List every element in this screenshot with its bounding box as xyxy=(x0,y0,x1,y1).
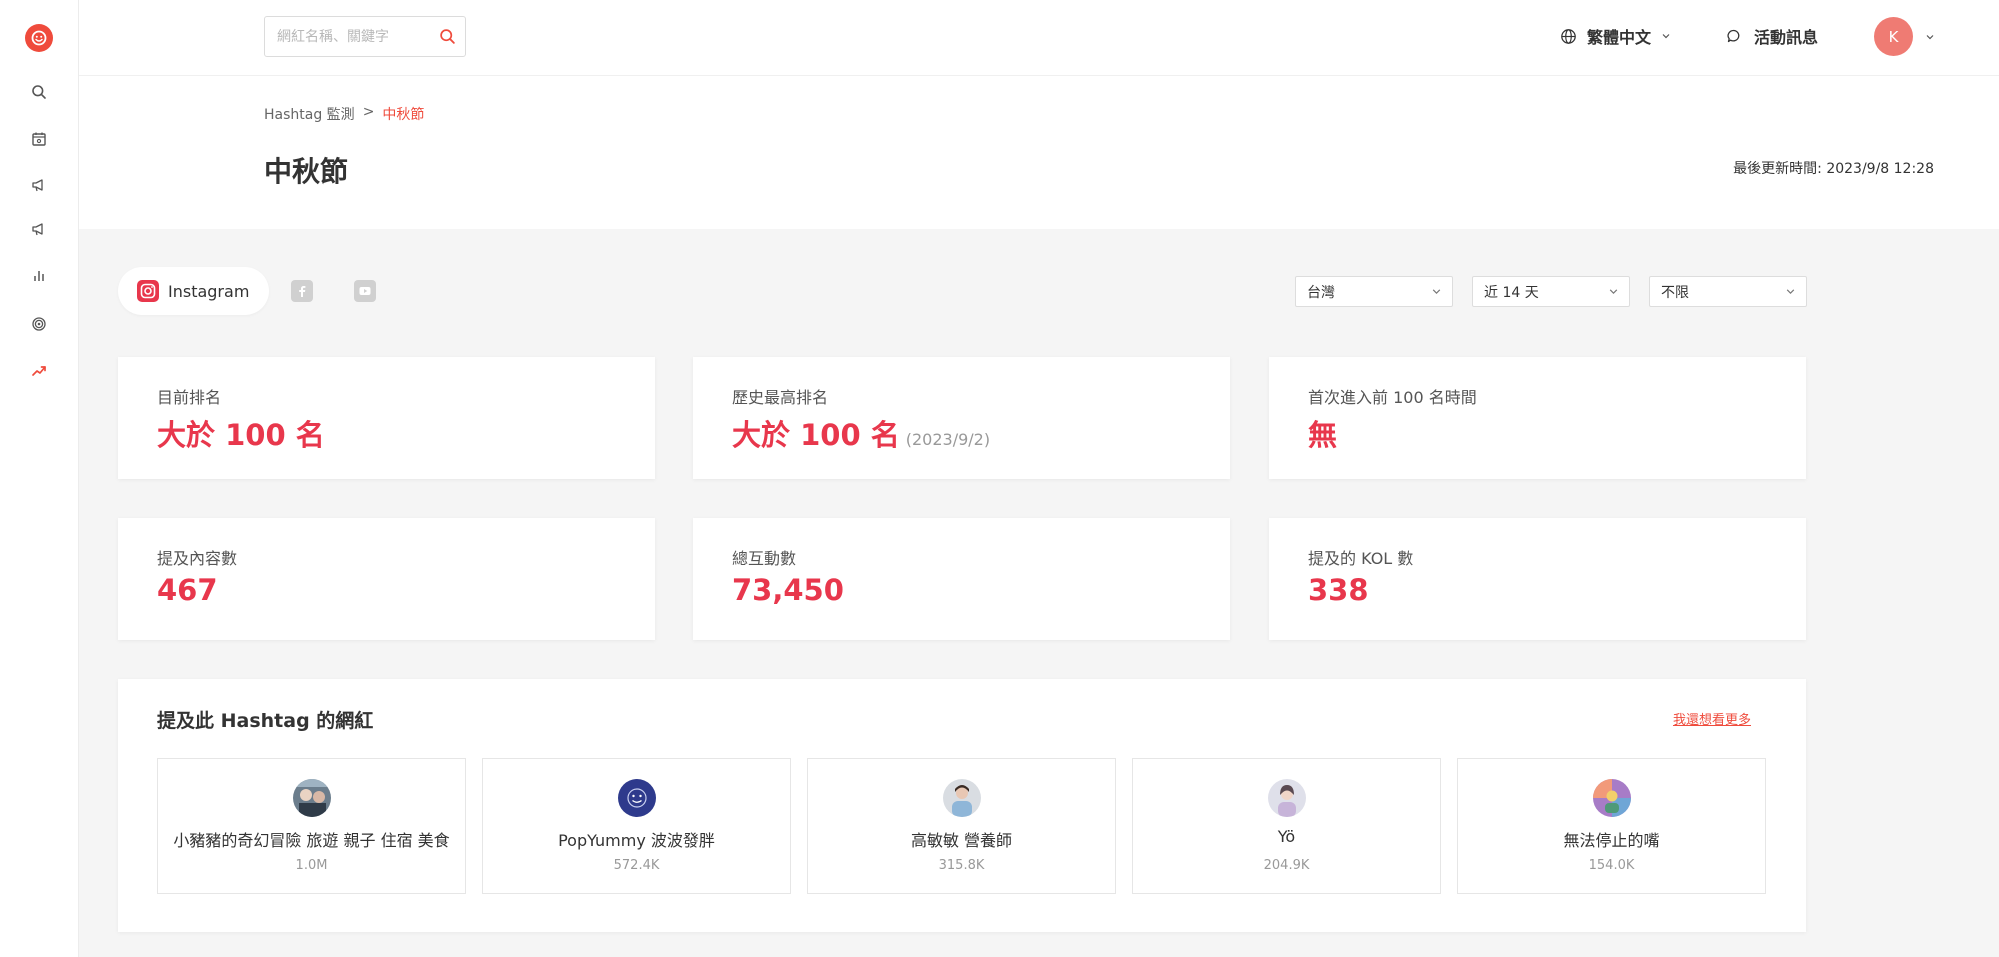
avatar xyxy=(942,779,981,817)
stat-label: 首次進入前 100 名時間 xyxy=(1308,388,1477,407)
globe-icon xyxy=(1561,28,1576,44)
avatar xyxy=(617,779,656,817)
stat-date: (2023/9/2) xyxy=(905,430,991,449)
stat-card-interactions: 總互動數 73,450 xyxy=(693,518,1230,640)
title-area: Hashtag 監測 > 中秋節 中秋節 最後更新時間: 2023/9/8 12… xyxy=(79,76,1999,229)
kol-card[interactable]: Yö 204.9K xyxy=(1132,758,1441,894)
kol-name: 高敏敏 營養師 xyxy=(910,831,1013,850)
platform-tabs: Instagram xyxy=(118,267,377,315)
chat-bubble-icon xyxy=(1727,29,1740,43)
smile-logo-icon xyxy=(31,30,47,46)
stat-label: 提及的 KOL 數 xyxy=(1308,549,1414,568)
stat-label: 提及內容數 xyxy=(157,549,238,568)
stat-card-current-rank: 目前排名 大於 100 名 xyxy=(118,357,655,479)
period-select[interactable]: 近 14 天 xyxy=(1472,276,1630,307)
stat-value: 338 xyxy=(1308,573,1369,607)
avatar xyxy=(1592,779,1631,817)
tab-instagram-label: Instagram xyxy=(168,281,250,301)
events-button[interactable]: 活動訊息 xyxy=(1726,23,1818,49)
kol-section: 提及此 Hashtag 的網紅 我還想看更多 小豬豬的奇幻冒險 旅遊 親子 住宿… xyxy=(118,679,1806,932)
trending-icon xyxy=(32,366,46,376)
tab-facebook[interactable] xyxy=(291,280,314,302)
top-header: 繁體中文 活動訊息 K xyxy=(79,0,1999,76)
breadcrumb-parent[interactable]: Hashtag 監測 xyxy=(264,104,355,124)
search-input[interactable] xyxy=(265,17,425,56)
see-more-link[interactable]: 我還想看更多 xyxy=(1673,709,1751,728)
tab-youtube[interactable] xyxy=(354,280,377,302)
megaphone-alt-icon xyxy=(32,223,43,236)
kol-card[interactable]: 高敏敏 營養師 315.8K xyxy=(807,758,1116,894)
kol-name: 小豬豬的奇幻冒險 旅遊 親子 住宿 美食 xyxy=(173,831,450,850)
period-value: 近 14 天 xyxy=(1484,284,1539,301)
sidebar-item-hashtag-trending[interactable] xyxy=(27,359,51,383)
calendar-star-icon xyxy=(32,132,46,146)
stat-label: 歷史最高排名 xyxy=(732,388,829,407)
language-label: 繁體中文 xyxy=(1587,28,1652,47)
instagram-icon xyxy=(137,280,159,302)
stat-card-kols: 提及的 KOL 數 338 xyxy=(1269,518,1806,640)
stat-value: 73,450 xyxy=(732,573,844,607)
tab-instagram[interactable]: Instagram xyxy=(118,267,270,315)
breadcrumb: Hashtag 監測 > 中秋節 xyxy=(264,104,424,124)
bar-chart-icon xyxy=(34,271,44,281)
stat-card-mentions: 提及內容數 467 xyxy=(118,518,655,640)
chevron-down-icon xyxy=(1609,289,1618,295)
stat-value-wrap: 大於 100 名 (2023/9/2) xyxy=(732,412,990,454)
chevron-down-icon xyxy=(1662,34,1670,39)
stat-card-best-rank: 歷史最高排名 大於 100 名 (2023/9/2) xyxy=(693,357,1230,479)
avatar xyxy=(1267,779,1306,817)
stat-value: 大於 100 名 xyxy=(732,418,900,452)
sidebar-item-search[interactable] xyxy=(27,80,51,104)
sidebar-item-target[interactable] xyxy=(27,312,51,336)
kol-followers: 315.8K xyxy=(938,858,985,873)
stat-label: 總互動數 xyxy=(732,549,797,568)
limit-select[interactable]: 不限 xyxy=(1649,276,1807,307)
region-select[interactable]: 台灣 xyxy=(1295,276,1453,307)
sidebar-item-campaigns[interactable] xyxy=(27,173,51,197)
limit-value: 不限 xyxy=(1661,284,1689,301)
kol-name: PopYummy 波波發胖 xyxy=(558,831,715,850)
facebook-icon xyxy=(299,286,306,297)
stat-value: 無 xyxy=(1308,418,1338,452)
chevron-down-icon xyxy=(1786,289,1795,295)
kol-card[interactable]: 小豬豬的奇幻冒險 旅遊 親子 住宿 美食 1.0M xyxy=(157,758,466,894)
search-icon[interactable] xyxy=(439,28,456,45)
kol-followers: 572.4K xyxy=(613,858,660,873)
stat-label: 目前排名 xyxy=(157,388,222,407)
language-selector[interactable]: 繁體中文 xyxy=(1560,23,1671,49)
youtube-icon xyxy=(359,287,371,295)
user-menu[interactable]: K xyxy=(1874,17,1935,56)
chevron-down-icon xyxy=(1432,289,1441,295)
search-icon xyxy=(32,85,46,99)
kol-name: Yö xyxy=(1277,827,1296,846)
kol-followers: 1.0M xyxy=(295,858,328,873)
sidebar-item-analytics[interactable] xyxy=(27,264,51,288)
kol-name: 無法停止的嘴 xyxy=(1563,831,1660,850)
avatar xyxy=(292,779,331,817)
stat-value: 467 xyxy=(157,573,218,607)
megaphone-icon xyxy=(32,179,43,192)
app-logo[interactable] xyxy=(25,24,53,52)
kol-card[interactable]: 無法停止的嘴 154.0K xyxy=(1457,758,1766,894)
page-title: 中秋節 xyxy=(264,155,349,188)
stat-value: 大於 100 名 xyxy=(157,418,325,452)
sidebar-item-campaigns-alt[interactable] xyxy=(27,217,51,241)
region-value: 台灣 xyxy=(1307,284,1335,301)
sidebar xyxy=(0,0,79,957)
kol-followers: 154.0K xyxy=(1588,858,1635,873)
chevron-down-icon xyxy=(1926,34,1934,39)
stat-card-first-top100: 首次進入前 100 名時間 無 xyxy=(1269,357,1806,479)
target-icon xyxy=(32,317,46,331)
breadcrumb-current: 中秋節 xyxy=(382,107,425,123)
search-box xyxy=(264,16,466,57)
kol-followers: 204.9K xyxy=(1263,858,1310,873)
section-title: 提及此 Hashtag 的網紅 xyxy=(157,710,374,732)
sidebar-item-calendar[interactable] xyxy=(27,127,51,151)
last-updated: 最後更新時間: 2023/9/8 12:28 xyxy=(1733,161,1934,177)
breadcrumb-separator: > xyxy=(362,104,375,120)
avatar: K xyxy=(1874,17,1913,56)
kol-card[interactable]: PopYummy 波波發胖 572.4K xyxy=(482,758,791,894)
events-label: 活動訊息 xyxy=(1754,28,1819,47)
